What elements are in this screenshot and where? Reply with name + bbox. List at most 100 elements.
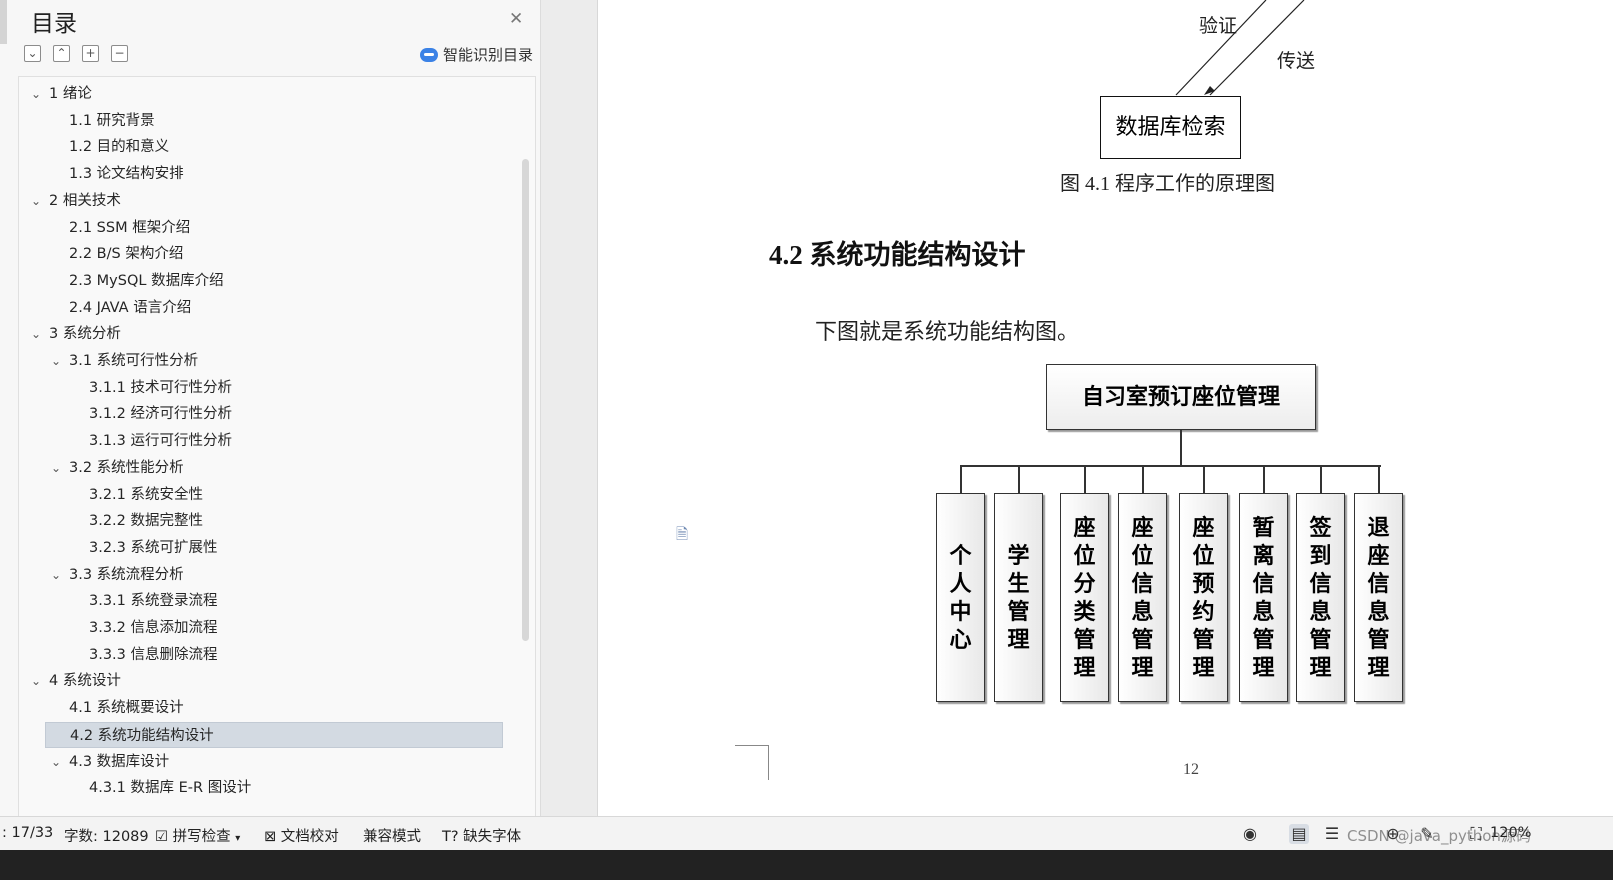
toc-item[interactable]: 3.1.3 运行可行性分析 (19, 428, 232, 454)
sidebar-edge (0, 0, 7, 44)
toc-item[interactable]: 3.1.1 技术可行性分析 (19, 375, 232, 401)
chevron-down-icon[interactable]: ⌄ (51, 749, 65, 775)
spell-check-icon: ☑ (155, 829, 168, 845)
missing-fonts-icon: T? (442, 829, 459, 845)
toc-item-label: 2 相关技术 (49, 192, 121, 209)
module-node: 座位信息管理 (1118, 493, 1167, 702)
paragraph-options-icon[interactable]: 🗎 (676, 524, 694, 543)
toc-item[interactable]: 3.3.3 信息删除流程 (19, 642, 218, 668)
missing-fonts-button[interactable]: T? 缺失字体 (442, 825, 521, 846)
chevron-down-icon: ▾ (235, 833, 241, 844)
label-verify: 验证 (1199, 16, 1238, 37)
proofread-button[interactable]: ⊠ 文档校对 (264, 825, 339, 846)
chevron-down-icon[interactable]: ⌄ (31, 81, 45, 107)
toc-item-label: 1.2 目的和意义 (69, 139, 170, 156)
label-send: 传送 (1277, 51, 1316, 72)
document-page[interactable]: 验证 传送 数据库检索 图 4.1 程序工作的原理图 4.2 系统功能结构设计 … (597, 0, 1613, 840)
toc-item[interactable]: 3.2.2 数据完整性 (19, 508, 203, 534)
toc-item-label: 1.1 研究背景 (69, 112, 155, 129)
module-node-label: 个人中心 (949, 542, 972, 652)
spell-check-button[interactable]: ☑ 拼写检查 ▾ (155, 825, 240, 846)
toc-item-label: 4.1 系统概要设计 (69, 700, 184, 717)
toc-item[interactable]: ⌄ 3.1 系统可行性分析 (19, 348, 198, 374)
toc-item[interactable]: 2.4 JAVA 语言介绍 (19, 295, 191, 321)
toc-item-label: 3.2 系统性能分析 (69, 459, 184, 476)
toc-item-label: 3.2.1 系统安全性 (89, 486, 204, 503)
module-node-label: 退座信息管理 (1367, 514, 1390, 680)
connector-drop (1018, 466, 1020, 493)
module-node-label: 座位预约管理 (1192, 514, 1215, 680)
connector-drop (1142, 466, 1144, 493)
toc-item-label: 1.3 论文结构安排 (69, 166, 184, 183)
toc-item-label: 4.2 系统功能结构设计 (70, 727, 214, 744)
module-node-label: 座位信息管理 (1131, 514, 1154, 680)
toc-item[interactable]: 2.1 SSM 框架介绍 (19, 215, 190, 241)
chevron-down-icon[interactable]: ⌄ (51, 455, 65, 481)
toc-item[interactable]: ⌄ 3 系统分析 (19, 321, 121, 347)
expand-all-icon[interactable]: ⌃ (53, 45, 70, 62)
connector-drop (960, 466, 962, 493)
collapse-all-icon[interactable]: ⌄ (24, 45, 41, 62)
status-bar: : 17/33 字数: 12089 ☑ 拼写检查 ▾ ⊠ 文档校对 兼容模式 T… (0, 816, 1613, 851)
toc-item[interactable]: ⌄ 3.3 系统流程分析 (19, 562, 184, 588)
wps-writer-window: 目录 ✕ ⌄ ⌃ + − 智能识别目录 ⌄ 1 绪论 1.1 研究背景 1.2 目的和… (0, 0, 1613, 880)
page-info[interactable]: : 17/33 (2, 825, 53, 841)
arrow-lines (1175, 0, 1305, 96)
word-count[interactable]: 字数: 12089 (64, 825, 149, 846)
minus-icon[interactable]: − (111, 45, 128, 62)
chevron-down-icon[interactable]: ⌄ (31, 668, 45, 694)
missing-fonts-label: 缺失字体 (463, 829, 522, 845)
toc-item[interactable]: 1.2 目的和意义 (19, 134, 169, 160)
toc-item-label: 3.1.1 技术可行性分析 (89, 379, 233, 396)
toc-item-label: 2.3 MySQL 数据库介绍 (69, 272, 224, 289)
toc-item[interactable]: ⌄ 2 相关技术 (19, 188, 121, 214)
toc-item-label: 1 绪论 (49, 86, 92, 102)
toc-title: 目录 (31, 11, 77, 37)
toc-item[interactable]: 3.2.3 系统可扩展性 (19, 535, 218, 561)
toc-item-label: 3.1.3 运行可行性分析 (89, 433, 233, 450)
toc-item-label: 3.2.3 系统可扩展性 (89, 539, 218, 556)
eye-icon[interactable]: ◉ (1240, 824, 1260, 844)
toc-item[interactable]: ⌄ 3.2 系统性能分析 (19, 455, 184, 481)
toc-item[interactable]: ⌄ 4.3 数据库设计 (19, 749, 169, 775)
toc-item[interactable]: 4.2 系统功能结构设计 (45, 721, 503, 748)
toc-item[interactable]: 1.3 论文结构安排 (19, 161, 184, 187)
toc-item[interactable]: 1.1 研究背景 (19, 108, 155, 134)
smart-toc-button[interactable]: 智能识别目录 (420, 44, 533, 65)
toc-item[interactable]: 3.2.1 系统安全性 (19, 482, 203, 508)
chevron-down-icon[interactable]: ⌄ (31, 188, 45, 214)
smart-toc-icon (420, 47, 438, 62)
module-node: 座位分类管理 (1060, 493, 1109, 702)
chevron-down-icon[interactable]: ⌄ (51, 348, 65, 374)
toc-item[interactable]: 3.3.2 信息添加流程 (19, 615, 218, 641)
db-search-box: 数据库检索 (1100, 96, 1241, 159)
chevron-down-icon[interactable]: ⌄ (51, 562, 65, 588)
toc-item[interactable]: ⌄ 1 绪论 (19, 81, 92, 107)
compat-mode-label[interactable]: 兼容模式 (363, 825, 421, 846)
toc-item[interactable]: 4.3.1 数据库 E-R 图设计 (19, 775, 251, 801)
toc-item-label: 3.3.1 系统登录流程 (89, 593, 218, 610)
toc-item[interactable]: 2.2 B/S 架构介绍 (19, 241, 183, 267)
toc-item[interactable]: 3.1.2 经济可行性分析 (19, 401, 232, 427)
plus-icon[interactable]: + (82, 45, 99, 62)
toc-item[interactable]: 4.1 系统概要设计 (19, 695, 184, 721)
close-icon[interactable]: ✕ (509, 11, 525, 28)
taskbar-strip (0, 850, 1613, 880)
toc-sidebar: 目录 ✕ ⌄ ⌃ + − 智能识别目录 ⌄ 1 绪论 1.1 研究背景 1.2 目的和… (0, 0, 541, 842)
connector-drop (1203, 466, 1205, 493)
toc-item[interactable]: ⌄ 4 系统设计 (19, 668, 121, 694)
body-paragraph: 下图就是系统功能结构图。 (815, 319, 1080, 344)
outline-view-icon[interactable]: ☰ (1322, 824, 1342, 844)
toc-item-label: 2.1 SSM 框架介绍 (69, 219, 191, 236)
toc-item[interactable]: 3.3.1 系统登录流程 (19, 588, 218, 614)
chevron-down-icon[interactable]: ⌄ (31, 321, 45, 347)
toc-item[interactable]: 2.3 MySQL 数据库介绍 (19, 268, 224, 294)
module-node: 暂离信息管理 (1239, 493, 1288, 702)
toc-item-label: 4.3 数据库设计 (69, 753, 170, 770)
module-node-label: 学生管理 (1007, 542, 1030, 652)
page-view-icon[interactable]: ▤ (1289, 824, 1309, 844)
page-corner-mark (735, 745, 769, 780)
watermark-text: CSDN @java_python源码 (1347, 827, 1531, 845)
structure-root-node: 自习室预订座位管理 (1046, 364, 1316, 430)
toc-scrollbar[interactable] (522, 159, 529, 641)
